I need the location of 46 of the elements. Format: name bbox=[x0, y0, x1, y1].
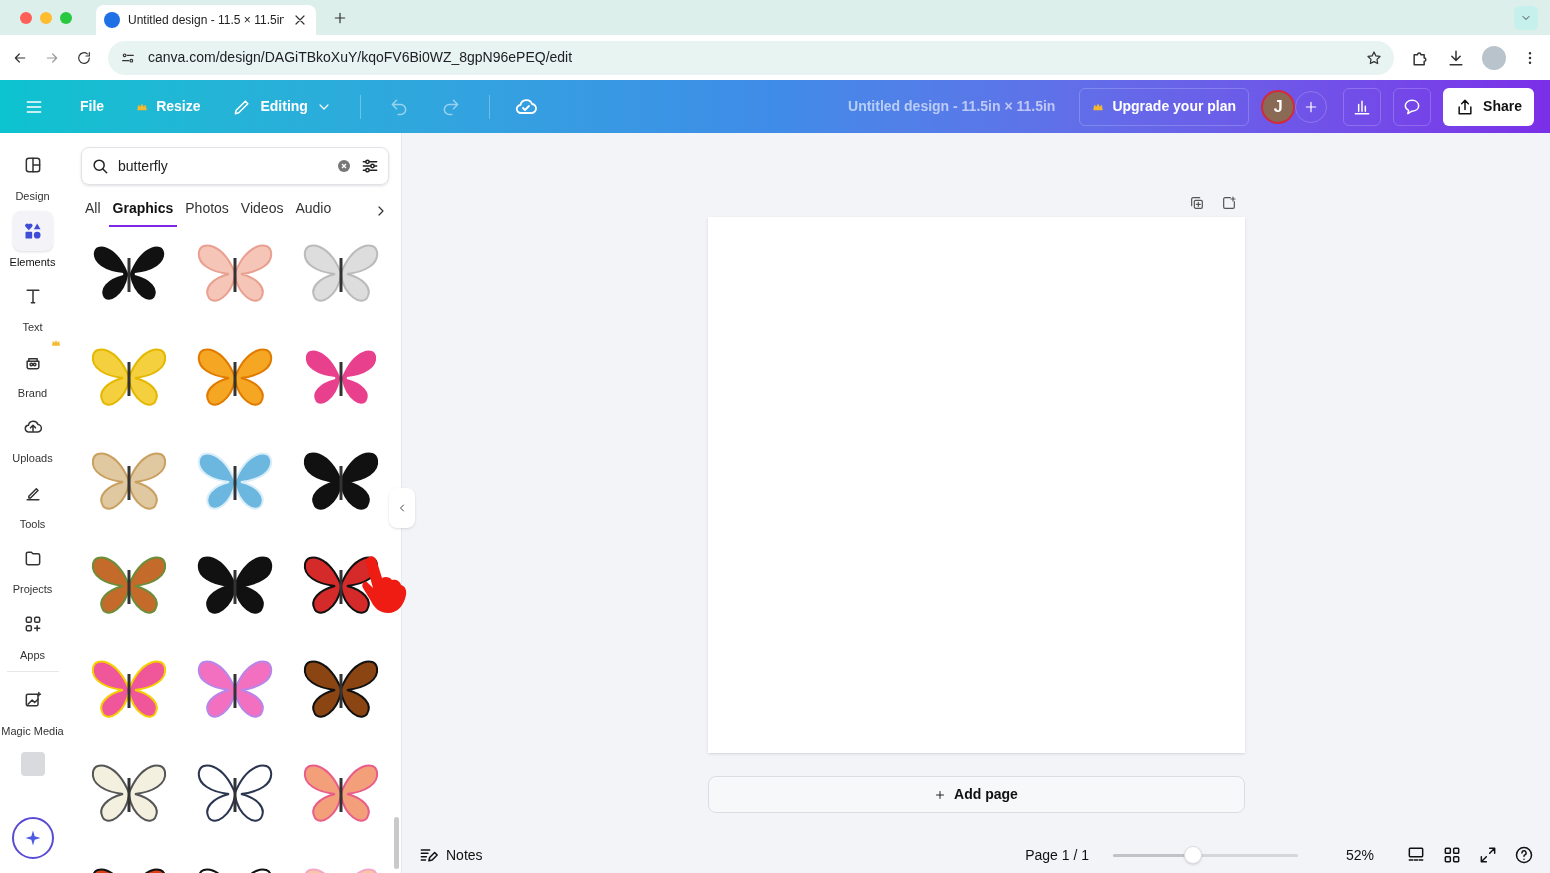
add-page-button[interactable]: Add page bbox=[707, 776, 1245, 813]
assistant-button[interactable] bbox=[11, 817, 54, 859]
insights-button[interactable] bbox=[1343, 87, 1382, 126]
zoom-percentage[interactable]: 52% bbox=[1314, 844, 1374, 866]
crown-icon bbox=[50, 337, 61, 348]
page-indicator[interactable]: Page 1 / 1 bbox=[1025, 844, 1089, 866]
user-avatar[interactable]: J bbox=[1261, 89, 1296, 124]
reload-icon bbox=[76, 49, 92, 66]
sidebar-item[interactable]: Magic Media bbox=[1, 678, 64, 742]
category-tab[interactable]: Graphics bbox=[108, 198, 178, 227]
search-icon bbox=[90, 156, 110, 176]
sidebar-item[interactable]: Tools bbox=[1, 470, 64, 534]
duplicate-page-icon bbox=[1188, 195, 1205, 211]
upgrade-button[interactable]: Upgrade your plan bbox=[1079, 87, 1250, 126]
sidebar-item[interactable]: Design bbox=[1, 143, 64, 207]
url-text: canva.com/design/DAGiTBkoXuY/kqoFV6Bi0WZ_8gpN96ePEQ/edit bbox=[148, 48, 574, 67]
add-page-icon bbox=[1220, 195, 1237, 211]
category-tab[interactable]: Audio bbox=[291, 198, 336, 227]
sidebar-item[interactable]: Uploads bbox=[1, 405, 64, 469]
grid-view-icon bbox=[1442, 845, 1462, 865]
sidebar-item[interactable]: Brand bbox=[1, 339, 64, 403]
comments-button[interactable] bbox=[1393, 87, 1432, 126]
help-icon bbox=[1514, 845, 1534, 865]
category-tab[interactable]: Photos bbox=[181, 198, 233, 227]
zoom-slider[interactable] bbox=[1113, 846, 1298, 864]
site-logo-icon bbox=[104, 12, 120, 28]
tab-list-button[interactable] bbox=[1514, 6, 1538, 30]
notes-button[interactable]: Notes bbox=[418, 844, 483, 866]
category-tab[interactable]: All bbox=[81, 198, 105, 227]
fullscreen-icon bbox=[1478, 845, 1498, 865]
sidebar-item[interactable]: Apps bbox=[1, 601, 64, 665]
sidebar-item[interactable]: Text bbox=[1, 274, 64, 338]
address-bar[interactable]: canva.com/design/DAGiTBkoXuY/kqoFV6Bi0WZ_8gpN96ePEQ/edit bbox=[108, 40, 1394, 75]
share-button[interactable]: Share bbox=[1443, 87, 1534, 126]
blurred-app-icon bbox=[20, 751, 45, 776]
sidebar-item[interactable]: Elements bbox=[1, 208, 64, 272]
profile-avatar[interactable] bbox=[1482, 45, 1506, 70]
filter-icon bbox=[360, 156, 380, 176]
search-field[interactable]: butterfly bbox=[81, 147, 389, 185]
sidebar-item[interactable]: Projects bbox=[1, 536, 64, 600]
plus-icon bbox=[934, 788, 947, 801]
shapes-icon bbox=[22, 220, 43, 241]
clear-icon[interactable] bbox=[336, 158, 352, 174]
search-input[interactable]: butterfly bbox=[118, 155, 328, 177]
star-icon bbox=[1366, 49, 1382, 66]
category-tab[interactable]: Videos bbox=[236, 198, 288, 227]
